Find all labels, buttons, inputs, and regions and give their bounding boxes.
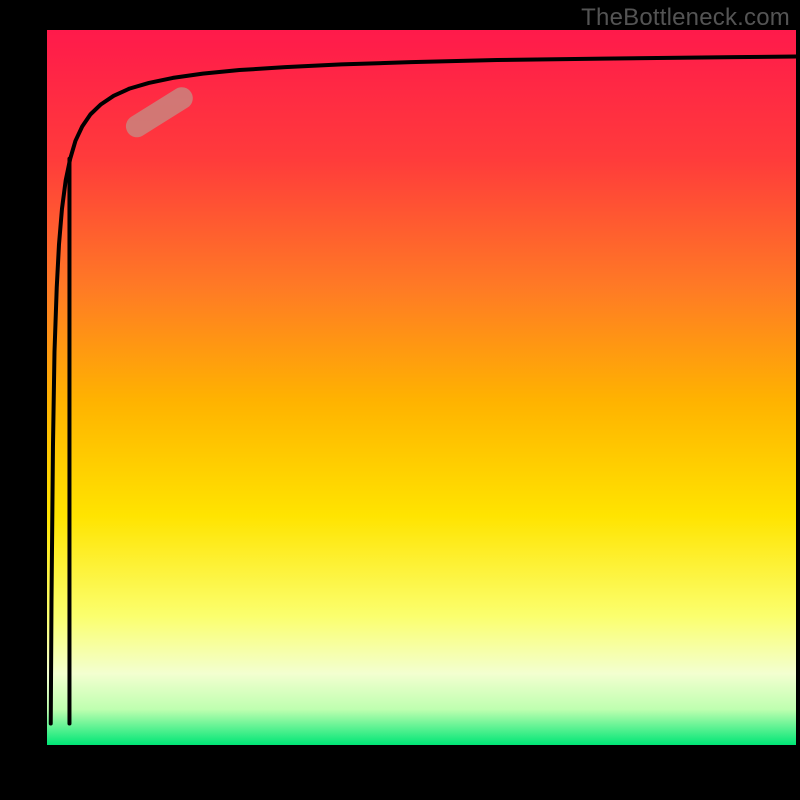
- plot-frame: [47, 30, 796, 745]
- curve-layer: [47, 30, 796, 745]
- series-curve: [51, 56, 796, 723]
- highlight-capsule: [122, 83, 197, 141]
- watermark-text: TheBottleneck.com: [581, 4, 790, 32]
- chart-container: TheBottleneck.com: [0, 0, 800, 800]
